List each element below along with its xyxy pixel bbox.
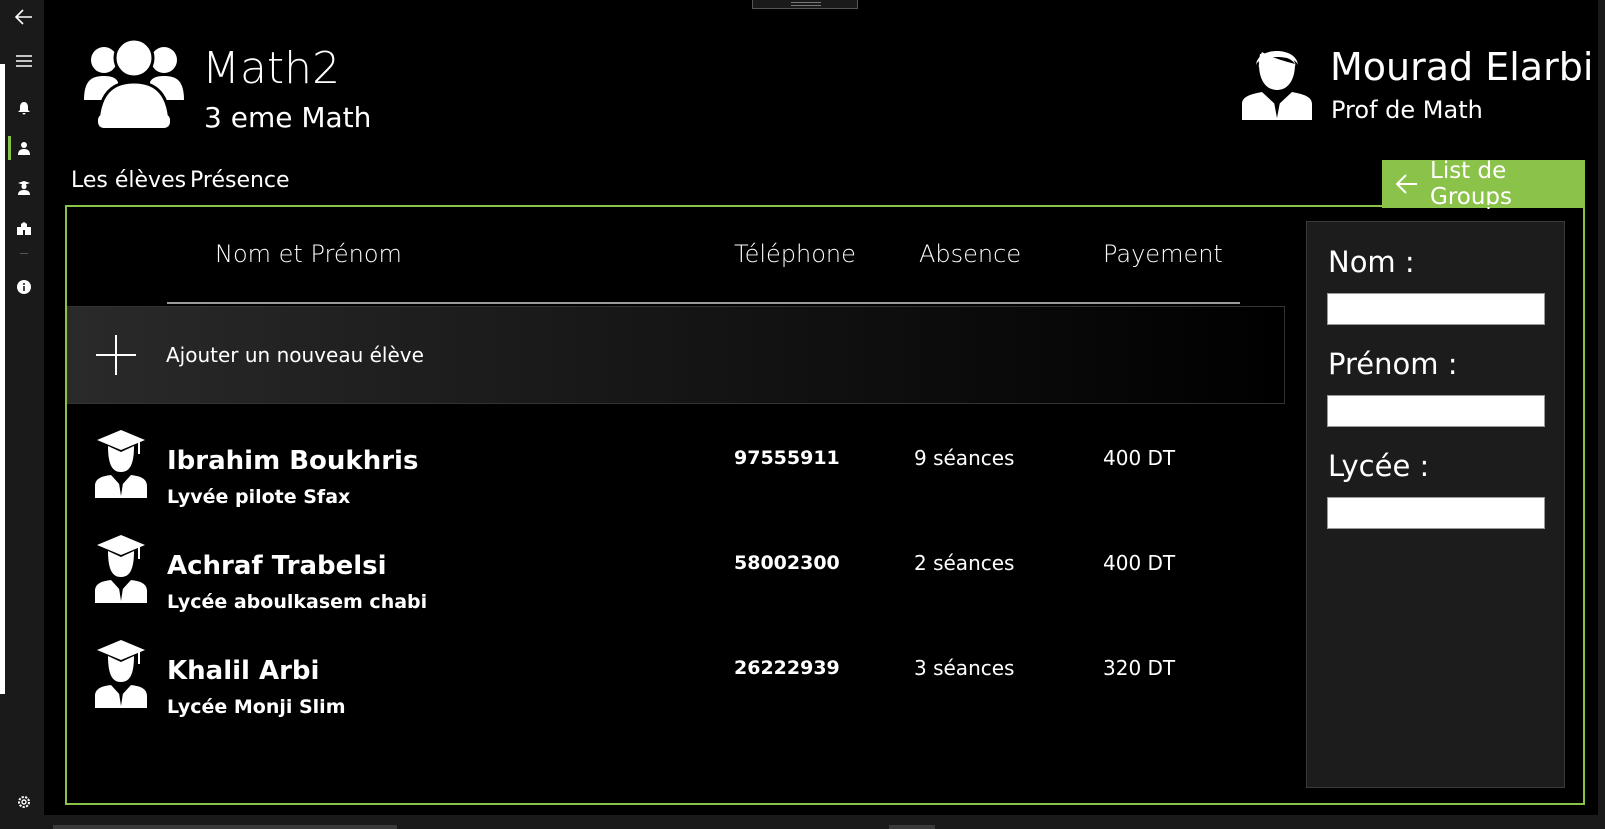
back-to-groups-button[interactable]: List de Groups [1382, 158, 1585, 210]
window-right-edge [1598, 0, 1605, 829]
column-header-name: Nom et Prénom [215, 240, 402, 268]
nom-label: Nom : [1328, 245, 1415, 279]
student-form: Nom : Prénom : Lycée : [1306, 221, 1565, 788]
student-name: Achraf Trabelsi [167, 551, 387, 581]
teacher-name: Mourad Elarbi [1330, 45, 1594, 89]
student-absence: 9 séances [914, 446, 1015, 470]
student-school: Lyvée pilote Sfax [167, 486, 351, 508]
student-payment: 320 DT [1103, 656, 1176, 680]
column-header-payment: Payement [1103, 240, 1223, 268]
column-header-phone: Téléphone [734, 240, 856, 268]
student-phone: 58002300 [734, 552, 840, 574]
settings-icon[interactable] [12, 790, 36, 814]
back-to-groups-label: List de Groups [1430, 158, 1513, 210]
plus-icon [96, 335, 136, 375]
student-payment: 400 DT [1103, 551, 1176, 575]
window-edge [0, 64, 5, 694]
column-header-absence: Absence [919, 240, 1022, 268]
arrow-left-icon [1396, 174, 1418, 194]
student-name: Khalil Arbi [167, 656, 320, 686]
prenom-field[interactable] [1327, 395, 1545, 427]
student-phone: 26222939 [734, 657, 840, 679]
school-icon[interactable] [12, 216, 36, 240]
lycee-label: Lycée : [1328, 449, 1430, 483]
student-icon[interactable] [12, 176, 36, 200]
scrollbar-thumb[interactable] [889, 825, 935, 829]
add-student-button[interactable]: Ajouter un nouveau élève [67, 306, 1285, 404]
rail-divider [20, 253, 28, 254]
info-icon[interactable] [12, 275, 36, 299]
student-school: Lycée Monji Slim [167, 696, 346, 718]
student-absence: 3 séances [914, 656, 1015, 680]
side-rail [0, 0, 44, 829]
student-avatar-icon [95, 535, 147, 607]
table-row[interactable]: Achraf Trabelsi Lycée aboulkasem chabi 5… [67, 535, 1285, 635]
header-divider [167, 302, 1240, 304]
teacher-avatar-icon [1242, 40, 1312, 124]
student-name: Ibrahim Boukhris [167, 446, 419, 476]
tab-students[interactable]: Les élèves [71, 166, 186, 196]
menu-icon[interactable] [12, 49, 36, 73]
student-avatar-icon [95, 640, 147, 712]
teacher-role: Prof de Math [1331, 96, 1483, 124]
prenom-label: Prénom : [1328, 347, 1458, 381]
group-icon [84, 34, 184, 132]
student-phone: 97555911 [734, 447, 840, 469]
teacher-icon[interactable] [12, 136, 36, 160]
group-subtitle: 3 eme Math [204, 101, 372, 134]
table-row[interactable]: Khalil Arbi Lycée Monji Slim 26222939 3 … [67, 640, 1285, 740]
lycee-field[interactable] [1327, 497, 1545, 529]
scrollbar-thumb[interactable] [53, 825, 397, 829]
table-row[interactable]: Ibrahim Boukhris Lyvée pilote Sfax 97555… [67, 430, 1285, 530]
student-school: Lycée aboulkasem chabi [167, 591, 428, 613]
group-title: Math2 [202, 43, 341, 94]
student-absence: 2 séances [914, 551, 1015, 575]
nom-field[interactable] [1327, 293, 1545, 325]
horizontal-scrollbar[interactable] [0, 815, 1605, 829]
back-icon[interactable] [12, 5, 36, 29]
bell-icon[interactable] [12, 96, 36, 120]
drag-handle[interactable] [752, 0, 858, 9]
student-payment: 400 DT [1103, 446, 1176, 470]
student-avatar-icon [95, 430, 147, 502]
add-student-label: Ajouter un nouveau élève [166, 343, 424, 367]
tab-attendance[interactable]: Présence [190, 166, 290, 196]
active-indicator [8, 136, 11, 160]
